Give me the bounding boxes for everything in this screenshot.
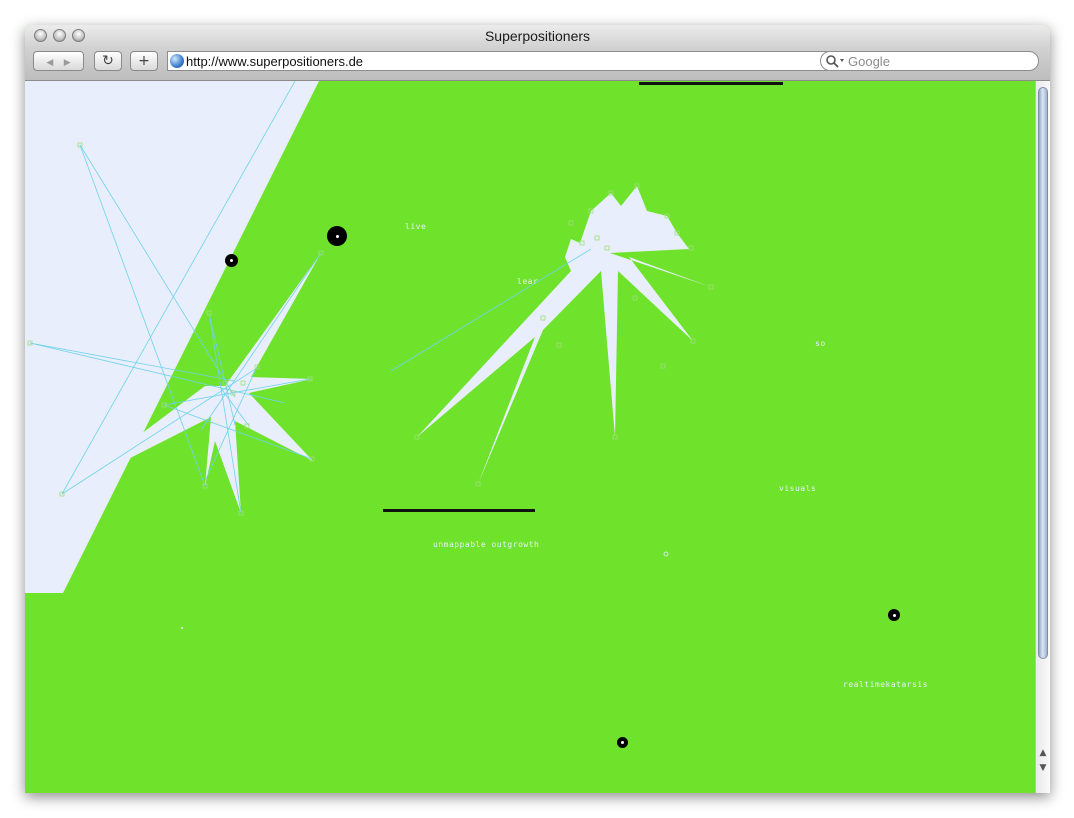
word-live[interactable]: live bbox=[405, 222, 426, 231]
word-unmappable-outgrowth[interactable]: unmappable outgrowth bbox=[433, 540, 539, 549]
add-bookmark-button[interactable]: + bbox=[130, 51, 158, 71]
node-2[interactable] bbox=[888, 609, 900, 621]
search-field[interactable]: Google bbox=[820, 51, 1039, 71]
middle-star-shape bbox=[417, 186, 711, 484]
back-button[interactable]: ◀ bbox=[46, 58, 53, 68]
address-text: http://www.superpositioners.de bbox=[186, 54, 364, 69]
scroll-down-arrow[interactable]: ▼ bbox=[1037, 761, 1049, 775]
small-dot bbox=[663, 551, 669, 557]
tiny-dot bbox=[181, 627, 183, 629]
forward-button[interactable]: ▶ bbox=[64, 58, 71, 68]
back-forward-buttons: ◀ ▶ bbox=[33, 51, 84, 71]
reload-button[interactable]: ↻ bbox=[94, 51, 122, 71]
word-lear[interactable]: lear bbox=[517, 277, 538, 286]
address-bar[interactable]: http://www.superpositioners.de ⌃ bbox=[167, 51, 844, 71]
large-node[interactable] bbox=[327, 226, 347, 246]
pale-region bbox=[25, 81, 319, 593]
node-3[interactable] bbox=[617, 737, 628, 748]
word-so[interactable]: so bbox=[815, 339, 826, 348]
search-placeholder: Google bbox=[848, 54, 890, 69]
magnifier-icon bbox=[826, 55, 844, 68]
node-1[interactable] bbox=[225, 254, 238, 267]
top-bar bbox=[639, 82, 783, 85]
title-bar: Superpositioners ◀ ▶ ↻ + http://www.supe… bbox=[25, 25, 1050, 81]
middle-bar bbox=[383, 509, 535, 512]
page-canvas[interactable]: live lear so visuals unmappable outgrowt… bbox=[25, 81, 1035, 793]
browser-window: Superpositioners ◀ ▶ ↻ + http://www.supe… bbox=[25, 25, 1050, 793]
globe-icon bbox=[170, 54, 184, 68]
scroll-thumb[interactable] bbox=[1038, 87, 1048, 659]
word-visuals[interactable]: visuals bbox=[779, 484, 816, 493]
window-title: Superpositioners bbox=[484, 28, 591, 44]
vertical-scrollbar[interactable]: ▲ ▼ bbox=[1035, 81, 1050, 793]
word-realtimekatarsis[interactable]: realtimekatarsis bbox=[843, 680, 928, 689]
scroll-up-arrow[interactable]: ▲ bbox=[1037, 746, 1049, 760]
